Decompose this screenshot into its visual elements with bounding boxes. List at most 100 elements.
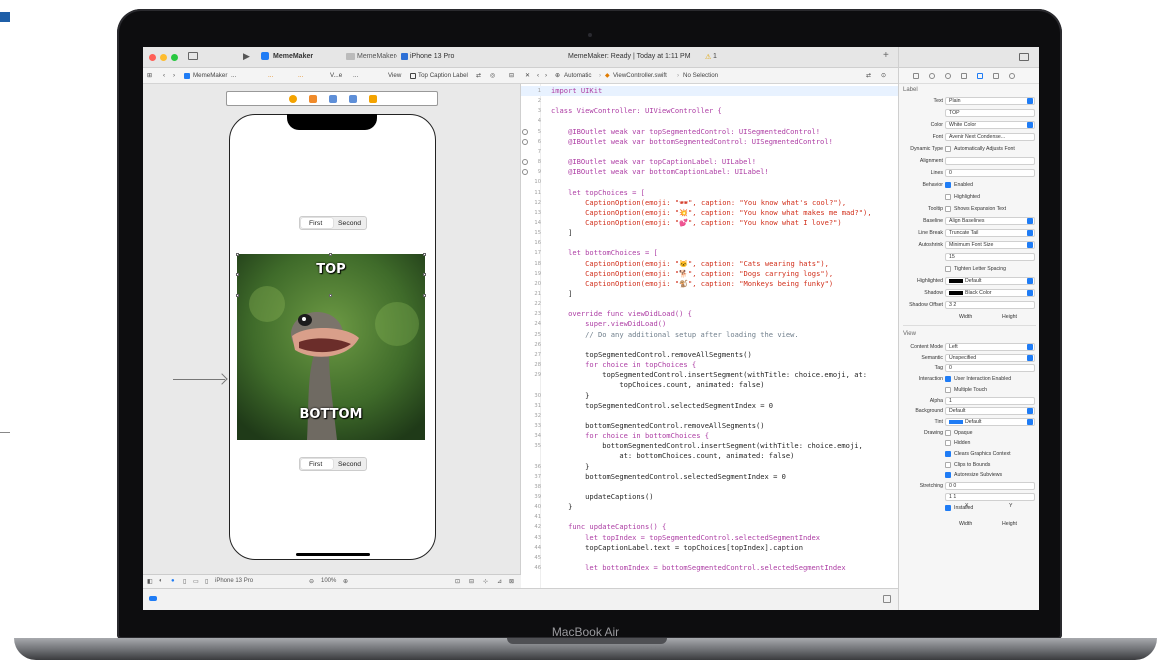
close-tab-icon[interactable]: ✕ (525, 72, 530, 79)
code-line[interactable]: 37 bottomSegmentedControl.selectedSegmen… (521, 472, 898, 482)
zoom-window-icon[interactable] (171, 54, 178, 61)
forward-icon[interactable]: › (173, 72, 175, 79)
hide-debug-icon[interactable] (883, 595, 891, 603)
code-line[interactable]: 5 @IBOutlet weak var topSegmentedControl… (521, 127, 898, 137)
attribute-field[interactable]: 0 (945, 169, 1035, 177)
resize-handle[interactable] (423, 294, 426, 297)
popup-chevron-icon[interactable] (1027, 290, 1033, 296)
checkbox[interactable] (945, 146, 951, 152)
bottom-segment-second[interactable]: Second (338, 461, 361, 468)
code-line[interactable]: 41 (521, 512, 898, 522)
zoom-level[interactable]: 100% (321, 578, 336, 584)
attribute-field[interactable]: Avenir Next Condense... (945, 133, 1035, 141)
code-editor[interactable]: 1 import UIKit 2 3 class ViewController: UIV… (521, 84, 898, 588)
segue-icon[interactable] (369, 95, 377, 103)
code-line[interactable]: 38 (521, 482, 898, 492)
warning-icon[interactable]: ⚠ (705, 53, 711, 61)
resolve-issues-icon[interactable]: ⊿ (497, 578, 502, 585)
grid-icon[interactable]: ⊞ (147, 72, 152, 79)
add-constraints-icon[interactable]: ⊹ (483, 578, 488, 585)
code-line[interactable]: 28 for choice in topChoices { (521, 360, 898, 370)
attribute-field[interactable]: Default (945, 407, 1035, 416)
jump-item-automatic[interactable]: Automatic (564, 72, 592, 79)
attribute-field[interactable]: Left (945, 343, 1035, 351)
attribute-field[interactable]: 1 (945, 396, 1035, 405)
top-caption-label[interactable]: TOP (237, 262, 425, 277)
back-icon[interactable]: ‹ (163, 72, 165, 79)
jump-item-selection[interactable]: No Selection (683, 72, 718, 79)
attribute-field[interactable]: 3 2 (945, 301, 1035, 309)
popup-chevron-icon[interactable] (1027, 230, 1033, 236)
resize-handle[interactable] (329, 294, 332, 297)
attribute-field[interactable]: Unspecified (945, 353, 1035, 362)
checkbox[interactable] (945, 206, 951, 212)
popup-chevron-icon[interactable] (1027, 354, 1033, 361)
attribute-field[interactable]: Black Color (945, 289, 1035, 297)
code-line[interactable]: 46 let bottomIndex = bottomSegmentedCont… (521, 563, 898, 573)
refresh-icon[interactable]: ⇄ (866, 72, 871, 79)
view-controller-icon[interactable] (289, 95, 297, 103)
zoom-out-icon[interactable]: ⊖ (309, 578, 314, 585)
code-line[interactable]: 1 import UIKit (521, 86, 898, 96)
scheme-selector[interactable]: MemeMaker (357, 53, 396, 60)
resize-handle[interactable] (423, 253, 426, 256)
jump-item-file[interactable]: ... (268, 72, 273, 79)
code-line[interactable]: 23 override func viewDidLoad() { (521, 309, 898, 319)
jump-item-file[interactable]: ViewController.swift (613, 72, 667, 79)
attribute-field[interactable]: Plain (945, 97, 1035, 105)
code-line[interactable]: topChoices.count, animated: false) (521, 380, 898, 390)
code-line[interactable]: 10 (521, 177, 898, 187)
minimize-window-icon[interactable] (160, 54, 167, 61)
add-icon[interactable]: + (883, 50, 889, 61)
align-icon[interactable]: ⊟ (469, 578, 474, 585)
checkbox[interactable] (945, 472, 951, 479)
document-outline-icon[interactable]: ◧ (147, 578, 153, 585)
related-items-icon[interactable]: ◎ (490, 72, 495, 79)
popup-chevron-icon[interactable] (1027, 408, 1033, 415)
bottom-segmented-control[interactable]: First Second (299, 457, 367, 471)
attribute-field[interactable]: TOP (945, 109, 1035, 117)
code-line[interactable]: 34 for choice in bottomChoices { (521, 431, 898, 441)
code-line[interactable]: 31 topSegmentedControl.selectedSegmentIn… (521, 401, 898, 411)
outlet-connection-icon[interactable] (522, 128, 528, 135)
code-line[interactable]: 11 let topChoices = [ (521, 188, 898, 198)
code-line[interactable]: 36 } (521, 462, 898, 472)
attribute-field[interactable]: 15 (945, 253, 1035, 261)
code-line[interactable]: 15 ] (521, 228, 898, 238)
code-line[interactable]: 7 (521, 147, 898, 157)
attribute-field[interactable]: Truncate Tail (945, 229, 1035, 237)
code-line[interactable]: 42 func updateCaptions() { (521, 522, 898, 532)
split-icon[interactable]: ⊟ (509, 72, 514, 79)
inspector-toggle-icon[interactable] (1019, 53, 1029, 61)
code-line[interactable]: 16 (521, 238, 898, 248)
history-inspector-icon[interactable] (929, 73, 935, 79)
jump-item-selected[interactable]: Top Caption Label (418, 72, 468, 79)
attribute-field[interactable]: Default (945, 277, 1035, 285)
popup-chevron-icon[interactable] (1027, 418, 1033, 425)
outlet-connection-icon[interactable] (522, 138, 528, 145)
code-line[interactable]: 43 let topIndex = topSegmentedControl.se… (521, 533, 898, 543)
jump-item-scene[interactable]: ... (298, 72, 303, 79)
jump-item-controller[interactable]: V...e (330, 72, 342, 79)
attribute-field[interactable]: Minimum Font Size (945, 241, 1035, 249)
code-line[interactable]: 44 topCaptionLabel.text = topChoices[top… (521, 543, 898, 553)
code-line[interactable]: 2 (521, 96, 898, 106)
code-line[interactable]: 3 class ViewController: UIViewController … (521, 106, 898, 116)
popup-chevron-icon[interactable] (1027, 122, 1033, 128)
embed-in-icon[interactable]: ⊠ (509, 578, 514, 585)
attribute-field[interactable]: Default (945, 417, 1035, 426)
code-line[interactable]: 13 CaptionOption(emoji: "💥", caption: "Y… (521, 208, 898, 218)
popup-chevron-icon[interactable] (1027, 278, 1033, 284)
code-line[interactable]: at: bottomChoices.count, animated: false… (521, 451, 898, 461)
attribute-field[interactable]: 1 1 (945, 492, 1035, 501)
popup-chevron-icon[interactable] (1027, 218, 1033, 224)
update-frames-icon[interactable]: ⊡ (455, 578, 460, 585)
forward-icon[interactable]: › (545, 72, 547, 79)
back-icon[interactable]: ‹ (537, 72, 539, 79)
code-line[interactable]: 12 CaptionOption(emoji: "🕶", caption: "Y… (521, 198, 898, 208)
code-line[interactable]: 45 (521, 553, 898, 563)
code-line[interactable]: 27 topSegmentedControl.removeAllSegments… (521, 350, 898, 360)
jump-item-group[interactable]: ... (231, 72, 236, 79)
checkbox[interactable] (945, 440, 951, 447)
identity-inspector-icon[interactable] (961, 73, 967, 79)
